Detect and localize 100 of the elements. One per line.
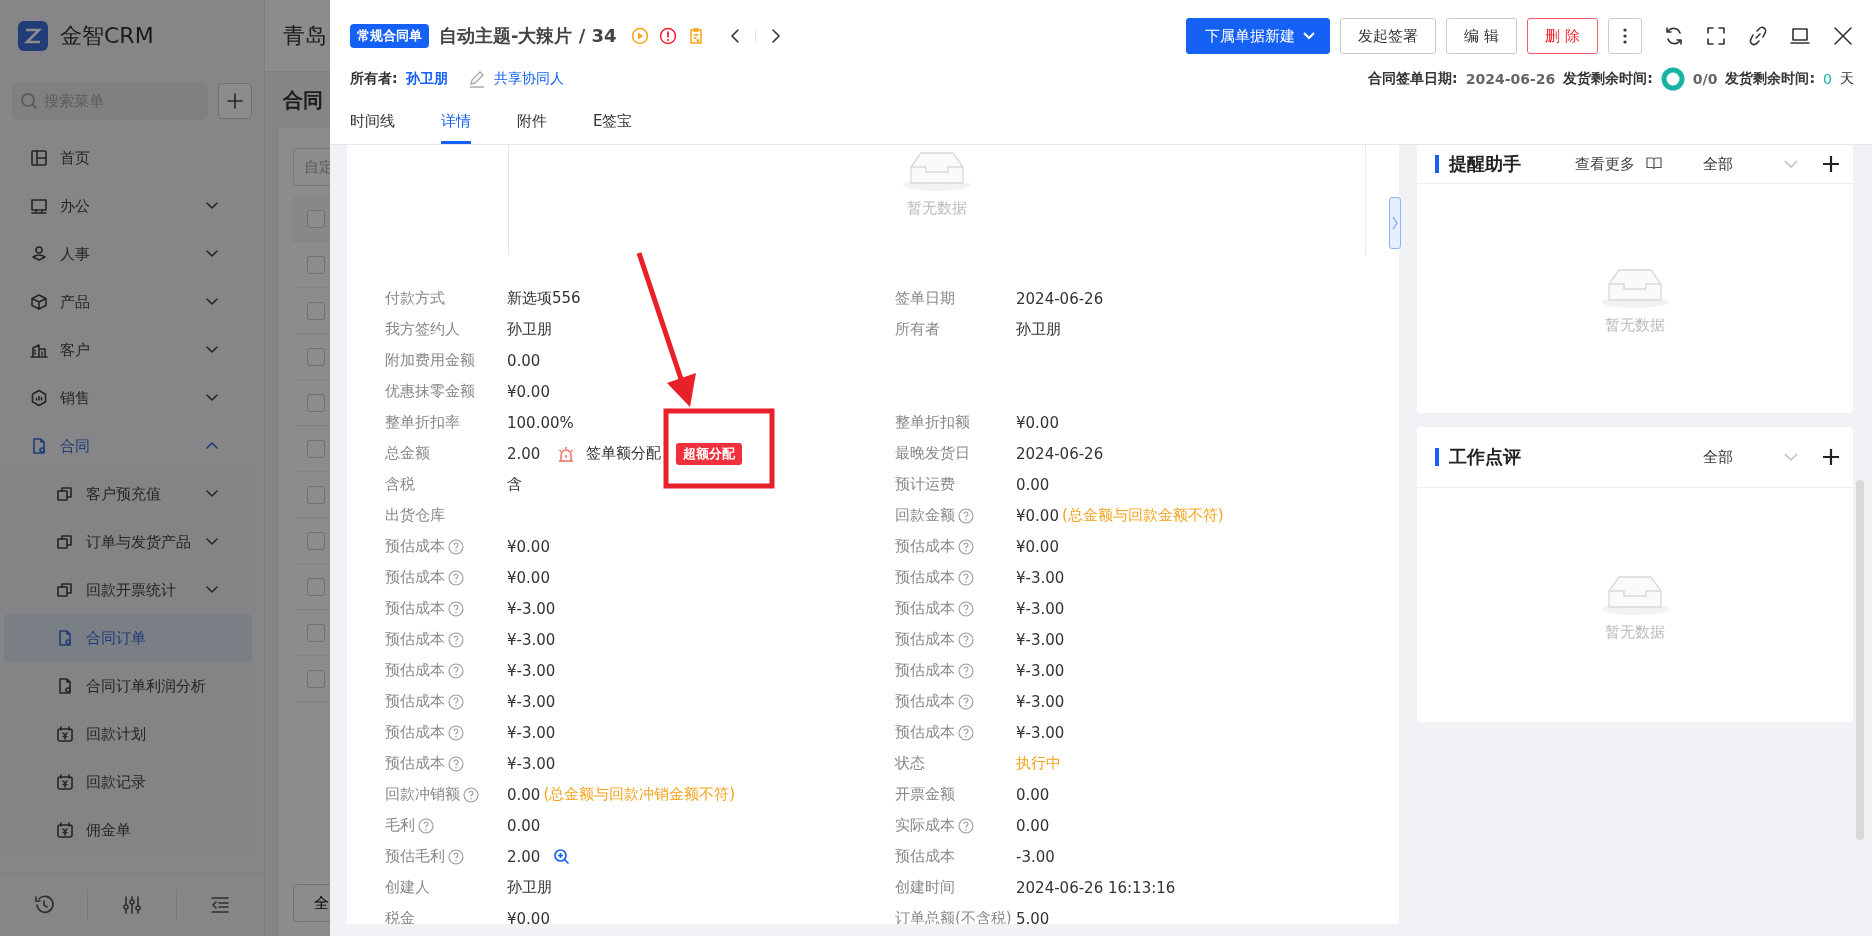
card-title: 工作点评 (1435, 448, 1663, 466)
row-checkbox[interactable] (307, 485, 325, 504)
plus-icon[interactable] (1821, 154, 1841, 174)
link-icon[interactable] (1748, 26, 1768, 46)
help-icon (958, 724, 974, 741)
field-value: ¥-3.00 (507, 754, 556, 773)
row-checkbox[interactable] (307, 623, 325, 642)
owner-link[interactable]: 孙卫朋 (405, 70, 448, 88)
help-icon (448, 693, 464, 710)
menu-item[interactable]: 合同订单 (4, 614, 252, 662)
monitor-icon (30, 197, 48, 215)
menu-item[interactable]: 办公 (0, 182, 256, 230)
field-value: 含 (507, 475, 522, 494)
play-circle-icon[interactable] (630, 27, 649, 45)
field-label: 我方签约人 (385, 320, 460, 339)
sign-date-label: 合同签单日期: (1368, 70, 1458, 88)
plus-icon[interactable] (1821, 447, 1841, 467)
action-button[interactable]: 编 辑 (1446, 18, 1518, 54)
field-value: ¥-3.00 (1016, 568, 1065, 587)
view-more-link[interactable]: 查看更多 (1575, 154, 1635, 174)
sliders-icon[interactable] (121, 894, 143, 916)
tab[interactable]: 附件 (517, 98, 547, 144)
company-name: 青岛 (283, 21, 327, 50)
alert-circle-icon[interactable] (658, 27, 677, 45)
help-icon (448, 569, 464, 586)
hexagon-icon (30, 389, 48, 407)
more-vertical-icon (1623, 28, 1627, 44)
field-value: 新选项556 (507, 289, 581, 308)
menu-item[interactable]: 销售 (0, 374, 256, 422)
person-icon (30, 245, 48, 263)
field-value: 0.00 (507, 785, 541, 804)
help-icon (448, 662, 464, 679)
close-icon[interactable] (1832, 25, 1854, 47)
days-unit: 天 (1840, 70, 1854, 88)
pencil-icon[interactable] (467, 70, 486, 88)
add-button[interactable] (218, 83, 252, 119)
field-label: 附加费用金额 (385, 351, 475, 370)
delete-button[interactable]: 删 除 (1527, 18, 1598, 54)
menu-item[interactable]: 产品 (0, 278, 256, 326)
action-button[interactable]: 发起签署 (1340, 18, 1437, 54)
menu-item[interactable]: 首页 (0, 134, 256, 182)
row-checkbox[interactable] (307, 531, 325, 550)
field-value: 0.00 (507, 351, 541, 370)
menu-item[interactable]: 合同 (0, 422, 256, 470)
collapse-handle[interactable] (1389, 197, 1401, 249)
calendar-icon (56, 725, 74, 743)
field-label: 预估成本 (385, 599, 445, 618)
row-checkbox[interactable] (307, 347, 325, 366)
row-checkbox[interactable] (307, 669, 325, 688)
empty-state-text: 暂无数据 (1605, 316, 1665, 335)
calendar-icon (56, 821, 74, 839)
more-button[interactable] (1608, 18, 1642, 54)
document-icon (56, 677, 74, 695)
help-icon (958, 538, 974, 555)
field-label: 预估成本 (385, 723, 445, 742)
row-checkbox[interactable] (307, 209, 325, 228)
row-checkbox[interactable] (307, 577, 325, 596)
zoom-in-icon[interactable] (553, 848, 571, 865)
new-subdocument-button[interactable]: 下属单据新建 (1186, 18, 1331, 54)
collapse-menu-icon[interactable] (209, 894, 232, 916)
field-label: 预估成本 (895, 568, 955, 587)
field-value: 0.00 (507, 816, 541, 835)
sign-date-value: 2024-06-26 (1465, 71, 1556, 87)
field-value: 2024-06-26 (1016, 444, 1104, 463)
field-label: 含税 (385, 475, 415, 494)
copy-icon (56, 581, 74, 599)
chevron-right-icon (1391, 215, 1399, 231)
delivery-time-label: 发货剩余时间: (1563, 70, 1653, 88)
field-label: 税金 (385, 909, 415, 924)
menu-item[interactable]: 人事 (0, 230, 256, 278)
laptop-icon[interactable] (1790, 26, 1810, 46)
field-label: 预计运费 (895, 475, 955, 494)
field-label: 实际成本 (895, 816, 955, 835)
help-icon (958, 693, 974, 710)
row-checkbox[interactable] (307, 255, 325, 274)
allocation-label: 签单额分配 (586, 444, 662, 463)
row-checkbox[interactable] (307, 393, 325, 412)
delivery-progress-value: 0/0 (1692, 71, 1718, 87)
field-label: 回款金额 (895, 506, 955, 525)
scrollbar[interactable] (1856, 480, 1864, 840)
help-icon (958, 631, 974, 648)
record-title: 自动主题-大辣片 / 34 (439, 24, 617, 48)
row-checkbox[interactable] (307, 301, 325, 320)
refresh-icon[interactable] (1664, 26, 1684, 46)
tab[interactable]: 时间线 (350, 98, 395, 144)
filter-dropdown[interactable]: 全部 (1703, 154, 1733, 174)
plus-icon (226, 92, 244, 110)
document-icon (30, 437, 48, 455)
field-label: 出货仓库 (385, 506, 445, 525)
tab[interactable]: E签宝 (593, 98, 633, 144)
menu-item[interactable]: 客户 (0, 326, 256, 374)
fullscreen-icon[interactable] (1706, 26, 1726, 46)
help-icon (448, 724, 464, 741)
help-icon (448, 755, 464, 772)
help-icon (448, 848, 464, 865)
help-icon (958, 569, 974, 586)
history-icon[interactable] (32, 894, 55, 916)
share-collaborators-link[interactable]: 共享协同人 (493, 70, 564, 88)
filter-dropdown[interactable]: 全部 (1703, 447, 1733, 467)
row-checkbox[interactable] (307, 439, 325, 458)
